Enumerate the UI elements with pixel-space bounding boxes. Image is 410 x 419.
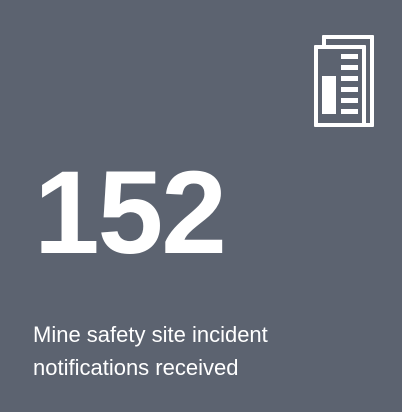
stat-value: 152 — [34, 147, 227, 279]
stat-caption-line-1: Mine safety site incident — [33, 322, 268, 347]
stat-tile: 152 Mine safety site incident notificati… — [0, 0, 402, 412]
document-report-icon — [314, 35, 374, 127]
stat-caption: Mine safety site incident notifications … — [33, 318, 373, 384]
stat-caption-line-2: notifications received — [33, 355, 239, 380]
